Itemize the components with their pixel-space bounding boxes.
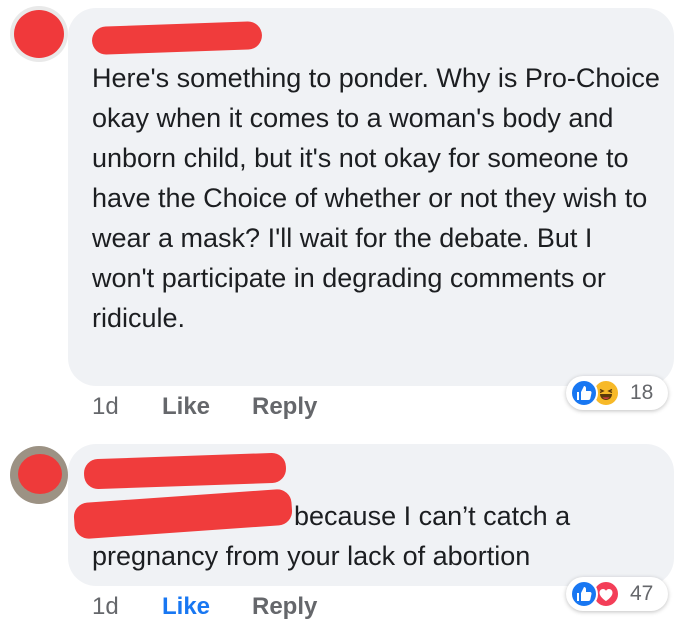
comment-timestamp[interactable]: 1d bbox=[92, 392, 119, 422]
comment-text-line: pregnancy from your lack of abortion bbox=[92, 541, 531, 571]
commenter-avatar[interactable] bbox=[10, 6, 68, 62]
reaction-summary[interactable]: 47 bbox=[566, 577, 668, 611]
redacted-commenter-name bbox=[91, 21, 263, 55]
reaction-summary[interactable]: 18 bbox=[566, 376, 668, 410]
like-button[interactable]: Like bbox=[162, 392, 210, 422]
reply-button[interactable]: Reply bbox=[252, 592, 317, 622]
avatar-redaction bbox=[18, 454, 62, 494]
comment-timestamp[interactable]: 1d bbox=[92, 592, 119, 622]
reaction-count: 47 bbox=[630, 582, 654, 605]
avatar-redaction bbox=[14, 10, 64, 58]
like-icon bbox=[570, 379, 598, 407]
comment-text: Here's something to ponder. Why is Pro-C… bbox=[92, 63, 660, 333]
like-icon bbox=[570, 580, 598, 608]
like-button-active[interactable]: Like bbox=[162, 592, 210, 622]
comment-text-line: because I can’t catch a bbox=[294, 501, 571, 531]
reaction-count: 18 bbox=[630, 381, 654, 404]
commenter-avatar[interactable] bbox=[10, 446, 68, 504]
reply-button[interactable]: Reply bbox=[252, 392, 317, 422]
